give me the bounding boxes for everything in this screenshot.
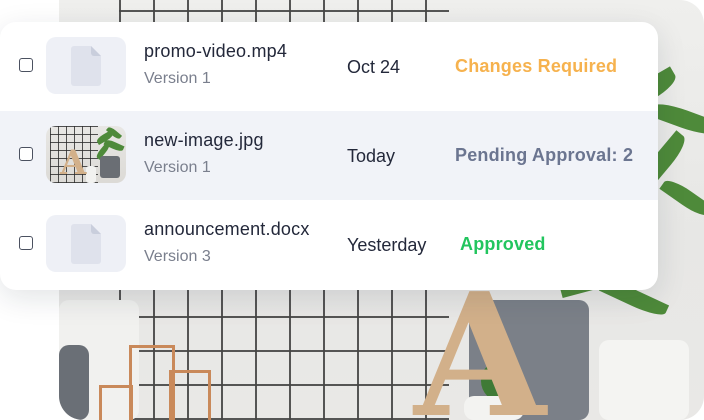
image-preview: A xyxy=(46,126,126,183)
file-name[interactable]: new-image.jpg xyxy=(144,130,264,151)
status-badge: Approved xyxy=(460,234,546,254)
status-badge: Pending Approval: 2 xyxy=(455,145,634,165)
row-checkbox[interactable] xyxy=(19,58,33,72)
status-badge: Changes Required xyxy=(455,56,618,76)
row-checkbox[interactable] xyxy=(19,147,33,161)
file-row[interactable]: A new-image.jpg Version 1 Today Pending … xyxy=(0,111,658,200)
file-version: Version 1 xyxy=(144,159,211,176)
file-thumbnail xyxy=(46,37,126,94)
file-list-card: promo-video.mp4 Version 1 Oct 24 Changes… xyxy=(0,22,658,290)
file-version: Version 1 xyxy=(144,70,211,87)
file-date: Yesterday xyxy=(347,235,427,255)
file-date: Oct 24 xyxy=(347,57,401,77)
file-date: Today xyxy=(347,146,396,166)
file-icon xyxy=(71,46,101,86)
file-thumbnail xyxy=(46,215,126,272)
file-row[interactable]: promo-video.mp4 Version 1 Oct 24 Changes… xyxy=(0,22,658,111)
decorative-letter-a: A xyxy=(414,256,546,420)
file-name[interactable]: promo-video.mp4 xyxy=(144,41,287,62)
file-row[interactable]: announcement.docx Version 3 Yesterday Ap… xyxy=(0,200,658,289)
row-checkbox[interactable] xyxy=(19,236,33,250)
image-thumbnail: A xyxy=(46,126,126,183)
file-version: Version 3 xyxy=(144,248,211,265)
file-icon xyxy=(71,224,101,264)
file-name[interactable]: announcement.docx xyxy=(144,219,310,240)
